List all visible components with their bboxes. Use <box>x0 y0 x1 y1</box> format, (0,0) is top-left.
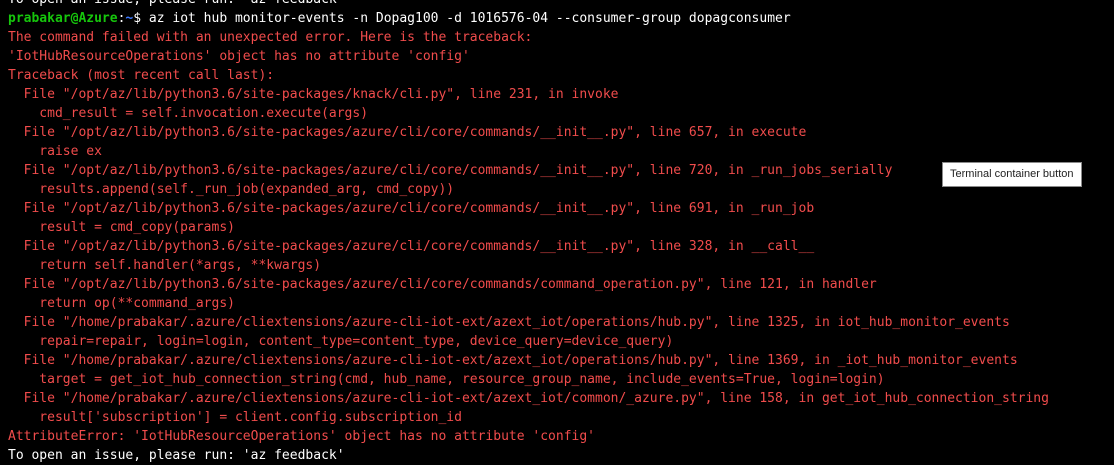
traceback-line: raise ex <box>8 144 102 159</box>
traceback-line: File "/home/prabakar/.azure/cliextension… <box>8 353 1018 368</box>
traceback-line: File "/home/prabakar/.azure/cliextension… <box>8 391 1049 406</box>
traceback-line: The command failed with an unexpected er… <box>8 30 533 45</box>
traceback-line: result = cmd_copy(params) <box>8 220 235 235</box>
prompt-symbol: $ <box>133 11 149 26</box>
traceback-line: result['subscription'] = client.config.s… <box>8 410 462 425</box>
traceback-line: target = get_iot_hub_connection_string(c… <box>8 372 885 387</box>
traceback-line: File "/opt/az/lib/python3.6/site-package… <box>8 239 815 254</box>
feedback-hint-bottom: To open an issue, please run: 'az feedba… <box>8 448 345 463</box>
command-prompt-line: prabakar@Azure:~$ az iot hub monitor-eve… <box>8 9 1108 28</box>
error-summary-line: AttributeError: 'IotHubResourceOperation… <box>8 429 595 444</box>
traceback-block: The command failed with an unexpected er… <box>8 28 1108 427</box>
traceback-line: File "/opt/az/lib/python3.6/site-package… <box>8 125 807 140</box>
command-text: az iot hub monitor-events -n Dopag100 -d… <box>148 11 791 26</box>
traceback-line: Traceback (most recent call last): <box>8 68 275 83</box>
terminal-container-tooltip: Terminal container button <box>942 162 1082 187</box>
traceback-line: File "/home/prabakar/.azure/cliextension… <box>8 315 1010 330</box>
traceback-line: File "/opt/az/lib/python3.6/site-package… <box>8 87 619 102</box>
traceback-line: repair=repair, login=login, content_type… <box>8 334 674 349</box>
traceback-line: 'IotHubResourceOperations' object has no… <box>8 49 470 64</box>
traceback-line: cmd_result = self.invocation.execute(arg… <box>8 106 369 121</box>
traceback-line: File "/opt/az/lib/python3.6/site-package… <box>8 201 815 216</box>
traceback-line: return op(**command_args) <box>8 296 235 311</box>
traceback-line: File "/opt/az/lib/python3.6/site-package… <box>8 277 877 292</box>
feedback-hint-top: To open an issue, please run: 'az feedba… <box>8 0 1108 9</box>
traceback-line: return self.handler(*args, **kwargs) <box>8 258 322 273</box>
terminal-output[interactable]: To open an issue, please run: 'az feedba… <box>8 0 1108 465</box>
prompt-user-host: prabakar@Azure <box>8 11 118 26</box>
